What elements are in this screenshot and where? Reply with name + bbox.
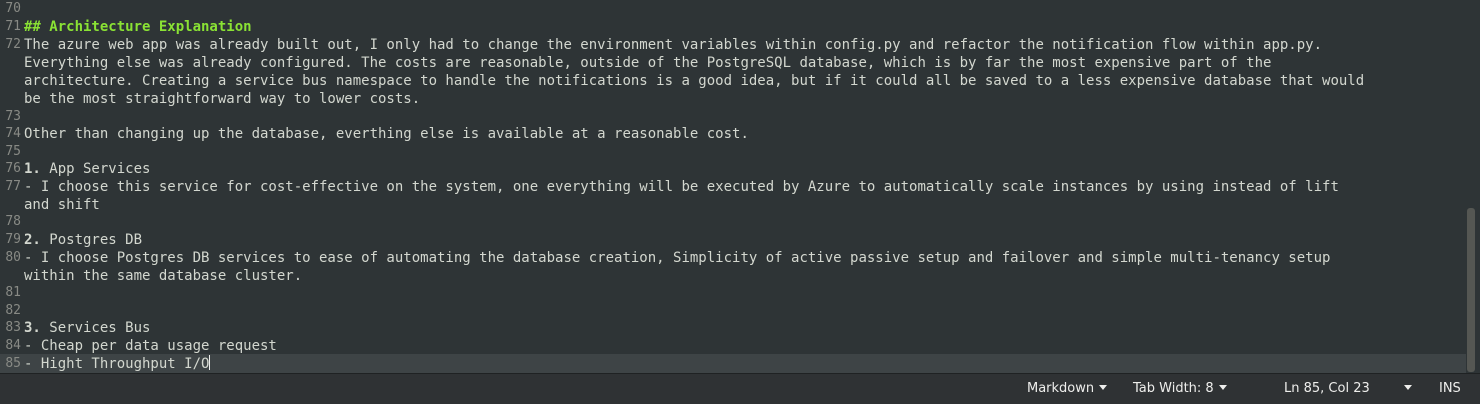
language-label: Markdown xyxy=(1027,381,1095,396)
scrollbar-thumb[interactable] xyxy=(1467,208,1475,372)
line-text: - Hight Throughput I/O xyxy=(24,356,210,372)
line-number: 78 xyxy=(5,214,21,229)
position-menu[interactable] xyxy=(1399,381,1412,396)
line-text-wrap: architecture. Creating a service bus nam… xyxy=(24,73,1365,89)
cursor-position[interactable]: Ln 85, Col 23 xyxy=(1284,381,1370,396)
chevron-down-icon xyxy=(1404,385,1412,390)
line-text-wrap: within the same database cluster. xyxy=(24,268,303,284)
line-number: 72 xyxy=(5,37,21,52)
language-selector[interactable]: Markdown xyxy=(1027,381,1108,396)
editor-line: 82 xyxy=(0,302,1466,320)
editor-line: 73 xyxy=(0,108,1466,126)
line-text-wrap: and shift xyxy=(24,197,100,213)
editor-line: 77 - I choose this service for cost-effe… xyxy=(0,178,1466,214)
line-number: 74 xyxy=(5,126,21,141)
editor-line: 71 ## Architecture Explanation xyxy=(0,18,1466,36)
editor-line: 72 The azure web app was already built o… xyxy=(0,36,1466,108)
line-number: 75 xyxy=(5,144,21,159)
line-number: 83 xyxy=(5,320,21,335)
editor-line: 80 - I choose Postgres DB services to ea… xyxy=(0,249,1466,285)
line-number: 76 xyxy=(5,161,21,176)
line-number: 85 xyxy=(5,356,21,371)
list-heading-text: App Services xyxy=(40,161,151,177)
line-number: 84 xyxy=(5,338,21,353)
line-number: 77 xyxy=(5,179,21,194)
line-number: 70 xyxy=(5,1,21,16)
line-text: - Cheap per data usage request xyxy=(24,338,277,354)
list-heading: 3. Services Bus xyxy=(24,319,150,337)
line-text-with-caret: - Hight Throughput I/O xyxy=(24,355,211,373)
list-heading: 1. App Services xyxy=(24,160,150,178)
list-number: 2. xyxy=(24,232,41,248)
editor-line: 76 1. App Services xyxy=(0,160,1466,178)
chevron-down-icon xyxy=(1218,385,1227,390)
tab-width-selector[interactable]: Tab Width: 8 xyxy=(1133,381,1227,396)
chevron-down-icon xyxy=(1099,385,1108,390)
line-text: - I choose Postgres DB services to ease … xyxy=(24,250,1331,266)
list-number: 1. xyxy=(24,161,41,177)
line-number: 71 xyxy=(5,19,21,34)
list-heading-text: Services Bus xyxy=(40,320,151,336)
line-text: - I choose this service for cost-effecti… xyxy=(24,179,1339,195)
editor-line: 83 3. Services Bus xyxy=(0,319,1466,337)
line-text-wrap: Everything else was already configured. … xyxy=(24,55,1272,71)
line-text-wrap: be the most straightforward way to lower… xyxy=(24,91,421,107)
cursor-position-label: Ln 85, Col 23 xyxy=(1284,381,1370,396)
tab-width-label: Tab Width: 8 xyxy=(1133,381,1214,396)
editor-line: 84 - Cheap per data usage request xyxy=(0,337,1466,355)
editor-line: 74 Other than changing up the database, … xyxy=(0,125,1466,143)
line-number: 80 xyxy=(5,250,21,265)
editor-line: 75 xyxy=(0,143,1466,161)
line-number: 81 xyxy=(5,285,21,300)
insert-mode-label: INS xyxy=(1439,381,1461,396)
line-number: 82 xyxy=(5,303,21,318)
insert-mode-indicator[interactable]: INS xyxy=(1439,381,1461,396)
status-bar: Markdown Tab Width: 8 Ln 85, Col 23 INS xyxy=(0,373,1480,404)
heading-text: ## Architecture Explanation xyxy=(24,19,252,35)
line-text: The azure web app was already built out,… xyxy=(24,37,1323,53)
list-heading: 2. Postgres DB xyxy=(24,231,142,249)
line-number: 73 xyxy=(5,109,21,124)
list-number: 3. xyxy=(24,320,41,336)
text-caret xyxy=(209,355,211,370)
line-text: Other than changing up the database, eve… xyxy=(24,126,749,142)
editor-line: 70 xyxy=(0,0,1466,18)
editor-line: 78 xyxy=(0,213,1466,231)
editor-line: 79 2. Postgres DB xyxy=(0,231,1466,249)
list-heading-text: Postgres DB xyxy=(40,232,143,248)
line-number: 79 xyxy=(5,232,21,247)
text-editor[interactable]: 70 71 ## Architecture Explanation 72 The… xyxy=(0,0,1466,373)
editor-line: 81 xyxy=(0,284,1466,302)
current-line: 85 - Hight Throughput I/O xyxy=(0,354,1466,373)
